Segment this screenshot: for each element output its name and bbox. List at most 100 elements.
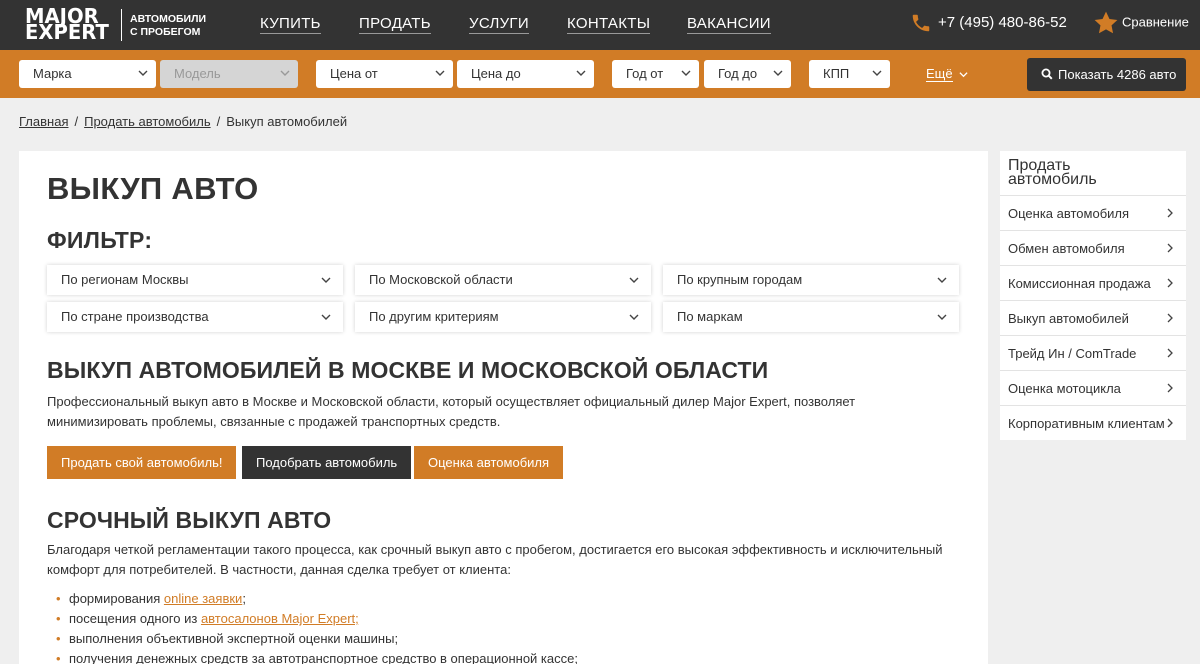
price-to-label: Цена до — [471, 66, 521, 81]
search-icon — [1041, 68, 1053, 80]
other-criteria-dropdown[interactable]: По другим критериям — [355, 302, 651, 332]
logo-divider — [121, 9, 122, 41]
nav-buy[interactable]: КУПИТЬ — [260, 15, 321, 34]
chevron-down-icon — [681, 70, 691, 76]
chevron-right-icon — [1167, 313, 1173, 323]
more-filters-link[interactable]: Ещё — [926, 66, 968, 82]
logo-line-2: EXPERT — [25, 20, 109, 44]
chevron-down-icon — [937, 314, 947, 320]
model-select-label: Модель — [174, 66, 221, 81]
model-select[interactable]: Модель — [160, 60, 298, 88]
major-cities-dropdown[interactable]: По крупным городам — [663, 265, 959, 295]
logo[interactable]: MAJOR EXPERT — [25, 6, 111, 44]
chevron-down-icon — [773, 70, 783, 76]
chevron-right-icon — [1167, 243, 1173, 253]
chevron-right-icon — [1167, 278, 1173, 288]
chevron-down-icon — [937, 277, 947, 283]
logo-subtitle-line-2: С ПРОБЕГОМ — [130, 26, 201, 38]
dealerships-link[interactable]: автосалонов Major Expert; — [201, 611, 359, 626]
region-moscow-dropdown[interactable]: По регионам Москвы — [47, 265, 343, 295]
chevron-down-icon — [629, 314, 639, 320]
phone-link[interactable]: +7 (495) 480-86-52 — [910, 11, 1067, 35]
phone-number: +7 (495) 480-86-52 — [938, 13, 1067, 31]
dropdown-label: По Московской области — [369, 272, 513, 287]
search-filter-bar: Марка Модель Цена от Цена до Год от Год … — [0, 50, 1200, 98]
compare-link[interactable]: Сравнение — [1093, 10, 1189, 36]
country-dropdown[interactable]: По стране производства — [47, 302, 343, 332]
year-from-label: Год от — [626, 66, 664, 81]
nav-vacancies[interactable]: ВАКАНСИИ — [687, 15, 771, 34]
section-text-urgent: Благодаря четкой регламентации такого пр… — [47, 542, 943, 577]
pick-car-button[interactable]: Подобрать автомобиль — [242, 446, 412, 479]
sidebar-item-commission[interactable]: Комиссионная продажа — [1000, 265, 1186, 300]
list-item: • формирования online заявки; — [56, 591, 246, 606]
main-content: ВЫКУП АВТО ФИЛЬТР: По регионам Москвы По… — [19, 151, 988, 664]
moscow-region-dropdown[interactable]: По Московской области — [355, 265, 651, 295]
sidebar: Продать автомобиль Оценка автомобиля Обм… — [1000, 151, 1186, 440]
online-request-link[interactable]: online заявки — [164, 591, 242, 606]
logo-subtitle-line-1: АВТОМОБИЛИ — [130, 13, 207, 25]
phone-icon — [912, 14, 930, 32]
chevron-down-icon — [321, 314, 331, 320]
chevron-down-icon — [576, 70, 586, 76]
price-to-select[interactable]: Цена до — [457, 60, 594, 88]
year-from-select[interactable]: Год от — [612, 60, 699, 88]
section-heading-moscow: ВЫКУП АВТОМОБИЛЕЙ В МОСКВЕ И МОСКОВСКОЙ … — [47, 357, 769, 383]
gearbox-label: КПП — [823, 66, 850, 81]
chevron-down-icon — [629, 277, 639, 283]
chevron-right-icon — [1167, 418, 1173, 428]
sidebar-item-exchange[interactable]: Обмен автомобиля — [1000, 230, 1186, 265]
brand-select[interactable]: Марка — [19, 60, 156, 88]
chevron-down-icon — [280, 70, 290, 76]
list-item: • выполнения объективной экспертной оценк… — [56, 631, 399, 646]
sidebar-title: Продать автомобиль — [1008, 157, 1097, 188]
dropdown-label: По маркам — [677, 309, 743, 324]
breadcrumb-current: Выкуп автомобилей — [226, 114, 348, 129]
more-filters-label: Ещё — [926, 66, 953, 82]
sidebar-item-corporate[interactable]: Корпоративным клиентам — [1000, 405, 1186, 440]
nav-sell[interactable]: ПРОДАТЬ — [359, 15, 431, 34]
star-icon — [1094, 11, 1118, 34]
dropdown-label: По регионам Москвы — [61, 272, 189, 287]
dropdown-label: По другим критериям — [369, 309, 499, 324]
brands-dropdown[interactable]: По маркам — [663, 302, 959, 332]
page-title: ВЫКУП АВТО — [47, 171, 259, 206]
dropdown-label: По стране производства — [61, 309, 209, 324]
gearbox-select[interactable]: КПП — [809, 60, 890, 88]
chevron-right-icon — [1167, 208, 1173, 218]
year-to-select[interactable]: Год до — [704, 60, 791, 88]
sell-car-button[interactable]: Продать свой автомобиль! — [47, 446, 237, 479]
year-to-label: Год до — [718, 66, 758, 81]
price-from-select[interactable]: Цена от — [316, 60, 453, 88]
compare-label: Сравнение — [1122, 14, 1189, 30]
list-item: • получения денежных средств за автотранс… — [56, 651, 578, 664]
section-heading-urgent: СРОЧНЫЙ ВЫКУП АВТО — [47, 507, 332, 533]
chevron-right-icon — [1167, 348, 1173, 358]
chevron-down-icon — [321, 277, 331, 283]
nav-services[interactable]: УСЛУГИ — [469, 15, 529, 34]
chevron-down-icon — [138, 70, 148, 76]
sidebar-item-buyout[interactable]: Выкуп автомобилей — [1000, 300, 1186, 335]
nav-contacts[interactable]: КОНТАКТЫ — [567, 15, 651, 34]
section-text-moscow: Профессиональный выкуп авто в Москве и М… — [47, 394, 856, 429]
brand-select-label: Марка — [33, 66, 72, 81]
breadcrumb: Главная / Продать автомобиль / Выкуп автомоб… — [19, 114, 348, 129]
show-results-button[interactable]: Показать 4286 авто — [1027, 58, 1186, 91]
sidebar-item-moto-evaluation[interactable]: Оценка мотоцикла — [1000, 370, 1186, 405]
breadcrumb-sell[interactable]: Продать автомобиль — [84, 114, 211, 129]
chevron-down-icon — [435, 70, 445, 76]
price-from-label: Цена от — [330, 66, 378, 81]
dropdown-label: По крупным городам — [677, 272, 803, 287]
logo-subtitle: АВТОМОБИЛИ С ПРОБЕГОМ — [130, 13, 206, 39]
show-results-label: Показать 4286 авто — [1058, 67, 1177, 82]
car-evaluation-button[interactable]: Оценка автомобиля — [414, 446, 564, 479]
chevron-right-icon — [1167, 383, 1173, 393]
sidebar-item-car-evaluation[interactable]: Оценка автомобиля — [1000, 195, 1186, 230]
chevron-down-icon — [959, 72, 968, 78]
breadcrumb-home[interactable]: Главная — [19, 114, 68, 129]
filter-heading: ФИЛЬТР: — [47, 227, 153, 253]
requirements-list: • формирования online заявки; • посещения … — [47, 589, 578, 664]
sidebar-item-trade-in[interactable]: Трейд Ин / ComTrade — [1000, 335, 1186, 370]
top-header: MAJOR EXPERT АВТОМОБИЛИ С ПРОБЕГОМ КУПИТ… — [0, 0, 1200, 50]
chevron-down-icon — [872, 70, 882, 76]
